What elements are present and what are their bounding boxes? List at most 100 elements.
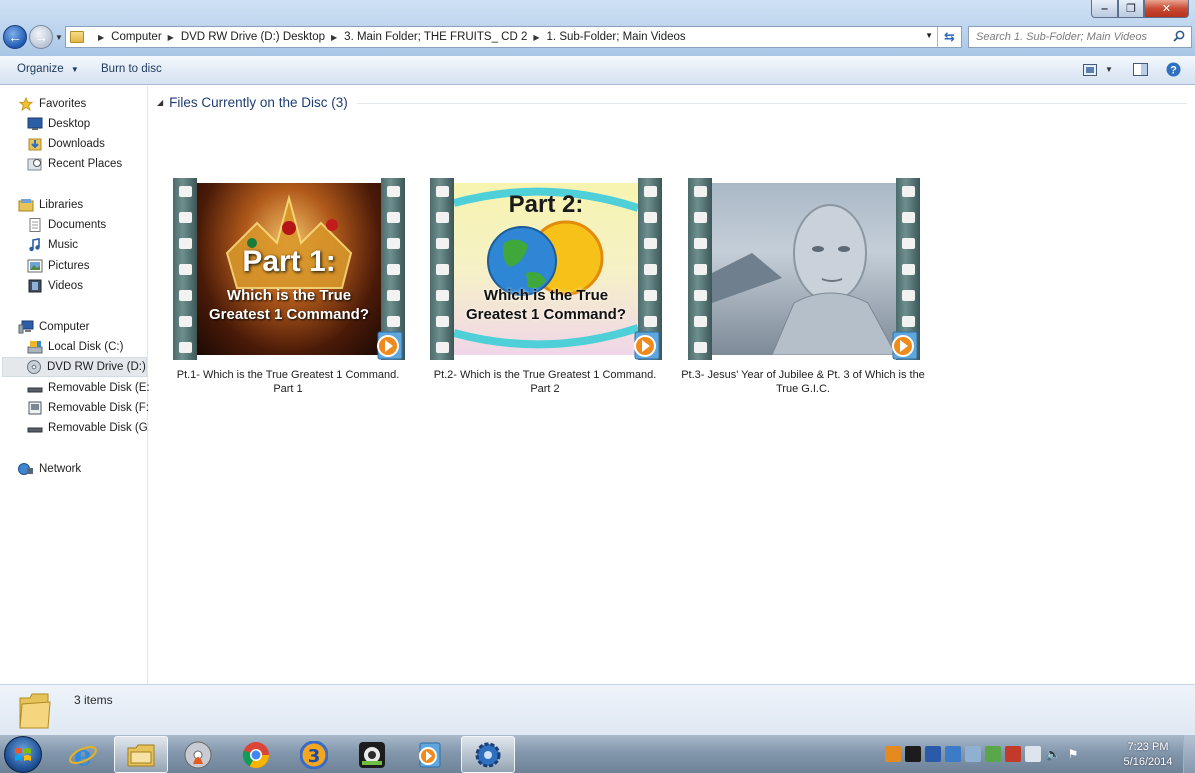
- nav-item-music[interactable]: Music: [27, 235, 78, 255]
- folder-icon: [19, 693, 51, 729]
- group-header[interactable]: ◢ Files Currently on the Disc (3): [157, 95, 348, 110]
- thumbnail-subtitle: Greatest 1 Command?: [465, 306, 627, 323]
- tray-power-icon[interactable]: [1025, 746, 1041, 762]
- tray-camera-icon[interactable]: [905, 746, 921, 762]
- preview-pane-button[interactable]: [1132, 62, 1148, 77]
- nav-computer[interactable]: Computer: [18, 317, 90, 337]
- refresh-button[interactable]: ⇆: [937, 27, 961, 47]
- nav-label: Downloads: [48, 138, 105, 150]
- change-view-button[interactable]: ▼: [1082, 62, 1114, 77]
- nav-favorites[interactable]: Favorites: [18, 94, 86, 114]
- video-thumbnail[interactable]: Part 1: Which is the True Greatest 1 Com…: [173, 178, 405, 360]
- file-name[interactable]: Pt.1- Which is the True Greatest 1 Comma…: [159, 368, 417, 396]
- taskbar-settings-app[interactable]: [461, 736, 515, 773]
- tray-security-icon[interactable]: [985, 746, 1001, 762]
- webcam-icon: [359, 741, 385, 768]
- clock-date: 5/16/2014: [1123, 756, 1173, 768]
- taskbar-disc-app[interactable]: [171, 736, 225, 773]
- network-icon: [18, 463, 33, 475]
- nav-item-removable-g[interactable]: Removable Disk (G:): [27, 418, 155, 438]
- tray-antivirus-icon[interactable]: [1005, 746, 1021, 762]
- back-button[interactable]: ←: [3, 25, 27, 49]
- chevron-right-icon[interactable]: ▶: [98, 33, 104, 42]
- file-name[interactable]: Pt.2- Which is the True Greatest 1 Comma…: [416, 368, 674, 396]
- nav-item-removable-e[interactable]: Removable Disk (E:): [27, 378, 153, 398]
- nav-item-pictures[interactable]: Pictures: [27, 256, 90, 276]
- nav-item-removable-f[interactable]: Removable Disk (F:): [27, 398, 153, 418]
- nav-network[interactable]: Network: [18, 459, 81, 479]
- recent-pages-dropdown-icon[interactable]: ▼: [55, 33, 63, 42]
- command-bar: Organize ▼ Burn to disc ▼ ?: [0, 56, 1195, 85]
- tray-network-icon[interactable]: [965, 746, 981, 762]
- nav-label: Recent Places: [48, 158, 123, 170]
- taskbar-media-app[interactable]: [403, 736, 457, 773]
- downloads-icon: [28, 138, 42, 151]
- maximize-button[interactable]: ❐: [1118, 0, 1144, 18]
- forward-button[interactable]: →: [29, 25, 53, 49]
- tray-word-icon[interactable]: [925, 746, 941, 762]
- internet-explorer-icon: e: [69, 740, 97, 770]
- nav-label: Music: [48, 239, 79, 251]
- video-thumbnail[interactable]: Part 2: Which is the True Greatest 1 Com…: [430, 178, 662, 360]
- silver-figure-image: [712, 204, 896, 355]
- taskbar-clock[interactable]: 7:23 PM 5/16/2014: [1120, 740, 1176, 770]
- chevron-right-icon[interactable]: ▶: [331, 33, 337, 42]
- chrome-icon: [242, 741, 270, 768]
- nav-item-recent-places[interactable]: Recent Places: [27, 154, 122, 174]
- address-bar[interactable]: ▶ Computer ▶ DVD RW Drive (D:) Desktop ▶…: [65, 26, 962, 48]
- taskbar-camera-app[interactable]: [345, 736, 399, 773]
- nav-label: Removable Disk (G:): [48, 422, 155, 434]
- nav-item-local-disk-c[interactable]: Local Disk (C:): [27, 337, 123, 357]
- nav-item-desktop[interactable]: Desktop: [27, 114, 90, 134]
- nav-label: Computer: [39, 321, 90, 333]
- breadcrumb-main-folder[interactable]: 3. Main Folder; THE FRUITS_ CD 2: [344, 31, 527, 43]
- address-dropdown-icon[interactable]: ▼: [925, 31, 933, 40]
- taskbar-chrome[interactable]: [229, 736, 283, 773]
- breadcrumb-computer[interactable]: Computer: [111, 31, 162, 43]
- close-button[interactable]: ✕: [1144, 0, 1189, 18]
- thumbnail-frame: Part 1: Which is the True Greatest 1 Com…: [197, 183, 381, 355]
- action-center-flag-icon[interactable]: ⚑: [1065, 746, 1081, 762]
- nav-item-dvd-drive[interactable]: DVD RW Drive (D:) D: [2, 357, 157, 377]
- nav-item-downloads[interactable]: Downloads: [27, 134, 105, 154]
- chevron-right-icon[interactable]: ▶: [168, 33, 174, 42]
- thumbnail-title: Part 1:: [242, 245, 336, 278]
- thumbnail-subtitle: Which is the True: [483, 287, 609, 304]
- gear-icon: [475, 742, 501, 767]
- media-player-icon: [892, 331, 918, 360]
- show-desktop-button[interactable]: [1183, 735, 1195, 773]
- burn-to-disc-button[interactable]: Burn to disc: [101, 63, 162, 75]
- file-name-line: Part 2: [530, 383, 560, 395]
- breadcrumb-sub-folder[interactable]: 1. Sub-Folder; Main Videos: [547, 31, 686, 43]
- nav-libraries[interactable]: Libraries: [18, 195, 83, 215]
- burn-label: Burn to disc: [101, 63, 162, 75]
- taskbar-internet-explorer[interactable]: e: [56, 736, 110, 773]
- volume-icon[interactable]: 🔈: [1045, 746, 1061, 762]
- removable-disk-icon: [27, 387, 43, 393]
- taskbar-windows-explorer[interactable]: [114, 736, 168, 773]
- svg-text:e: e: [74, 740, 92, 770]
- nav-item-documents[interactable]: Documents: [27, 215, 106, 235]
- search-input[interactable]: [976, 31, 1166, 43]
- chevron-right-icon[interactable]: ▶: [533, 33, 539, 42]
- collapse-triangle-icon[interactable]: ◢: [157, 98, 163, 107]
- media-player-icon: [377, 331, 403, 360]
- search-box[interactable]: [968, 26, 1192, 48]
- media-player-icon: [419, 742, 441, 767]
- search-icon[interactable]: [1173, 30, 1185, 42]
- minimize-icon: ‒: [1101, 2, 1108, 15]
- nav-label: Documents: [48, 219, 107, 231]
- breadcrumb-dvd-drive[interactable]: DVD RW Drive (D:) Desktop: [181, 31, 325, 43]
- video-thumbnail[interactable]: [688, 178, 920, 360]
- taskbar-app-three[interactable]: 3: [287, 736, 341, 773]
- file-list-pane[interactable]: ◢ Files Currently on the Disc (3) Part 1…: [149, 86, 1195, 684]
- help-button[interactable]: ?: [1166, 62, 1181, 77]
- navigation-pane: Favorites Desktop Downloads Recent Place…: [0, 86, 157, 684]
- start-button[interactable]: [4, 736, 42, 773]
- tray-app-icon[interactable]: [885, 746, 901, 762]
- file-name[interactable]: Pt.3- Jesus' Year of Jubilee & Pt. 3 of …: [674, 368, 932, 396]
- organize-button[interactable]: Organize ▼: [17, 63, 79, 75]
- minimize-button[interactable]: ‒: [1091, 0, 1118, 18]
- nav-item-videos[interactable]: Videos: [27, 276, 83, 296]
- tray-monitor-icon[interactable]: [945, 746, 961, 762]
